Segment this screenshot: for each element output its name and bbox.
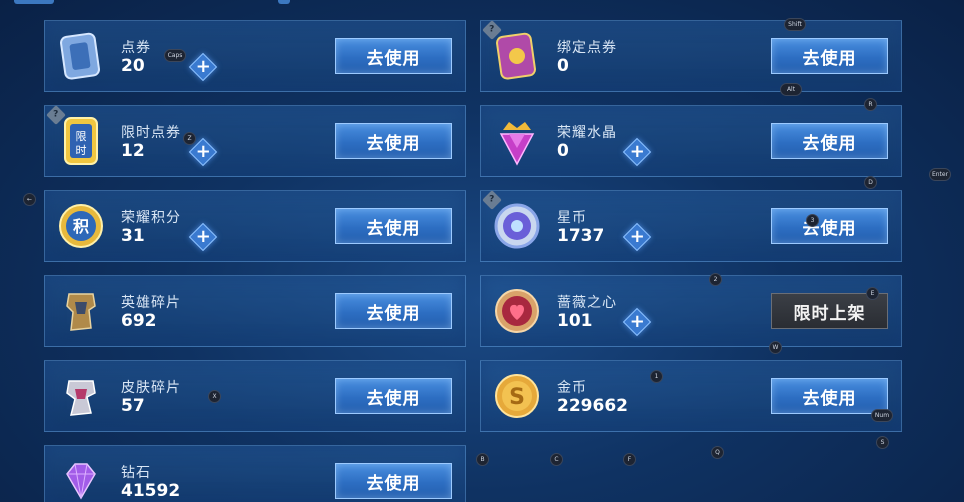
hero-fragment-icon [57,284,105,338]
gold-coin-icon: S [493,369,541,423]
currency-amount: 57 [121,396,145,416]
currency-card-star-coin: ? 星币 1737 + 去使用 [480,190,902,262]
add-star-coin-button[interactable]: + [622,222,652,252]
key-hint: X [208,390,221,403]
add-glory-crystal-button[interactable]: + [622,137,652,167]
key-hint: ← [23,193,36,206]
use-button[interactable]: 去使用 [771,378,888,414]
currency-name: 点券 [121,40,151,56]
key-hint: Num [871,409,893,422]
currency-amount: 0 [557,141,569,161]
use-button[interactable]: 去使用 [335,463,452,499]
currency-card-hero-fragment: 英雄碎片 692 去使用 [44,275,466,347]
key-hint: Z [183,132,196,145]
plus-icon: + [195,141,211,163]
add-rose-heart-button[interactable]: + [622,307,652,337]
key-hint: Enter [929,168,951,181]
key-hint: D [864,176,877,189]
currency-amount: 31 [121,226,145,246]
diamond-icon [57,454,105,502]
key-hint: 1 [650,370,663,383]
use-button[interactable]: 去使用 [771,38,888,74]
glory-crystal-icon [493,114,541,168]
svg-text:时: 时 [76,144,87,157]
currency-name: 荣耀积分 [121,210,181,226]
rose-heart-icon [493,284,541,338]
use-button[interactable]: 去使用 [335,38,452,74]
add-glory-points-button[interactable]: + [188,222,218,252]
plus-icon: + [629,141,645,163]
top-tab-indicator [278,0,290,4]
plus-icon: + [629,311,645,333]
use-button[interactable]: 去使用 [771,123,888,159]
skin-fragment-icon [57,369,105,423]
currency-name: 英雄碎片 [121,295,181,311]
currency-card-glory-crystal: 荣耀水晶 0 + 去使用 [480,105,902,177]
plus-icon: + [195,56,211,78]
key-hint: 2 [709,273,722,286]
glory-points-icon: 积 [57,199,105,253]
key-hint: E [866,287,879,300]
use-button[interactable]: 去使用 [335,123,452,159]
ticket-icon [57,29,105,83]
currency-name: 限时点券 [121,125,181,141]
currency-amount: 101 [557,311,593,331]
currency-amount: 1737 [557,226,605,246]
key-hint: Caps [164,49,186,62]
key-hint: B [476,453,489,466]
currency-name: 钻石 [121,465,151,481]
key-hint: 3 [806,214,819,227]
key-hint: Shift [784,18,806,31]
limited-ticket-icon: 限时 [57,114,105,168]
plus-icon: + [629,226,645,248]
currency-card-rose-heart: 蔷薇之心 101 + 限时上架 [480,275,902,347]
currency-name: 金币 [557,380,587,396]
star-coin-icon [493,199,541,253]
currency-card-diamond: 钻石 41592 去使用 [44,445,466,502]
currency-card-skin-fragment: 皮肤碎片 57 去使用 [44,360,466,432]
bound-ticket-icon [493,29,541,83]
currency-amount: 0 [557,56,569,76]
svg-text:S: S [509,385,525,410]
use-button[interactable]: 去使用 [335,293,452,329]
key-hint: Alt [780,83,802,96]
currency-card-gold-coin: S 金币 229662 去使用 [480,360,902,432]
currency-card-ticket: 点券 20 + 去使用 [44,20,466,92]
top-tab-indicator [14,0,54,4]
currency-amount: 12 [121,141,145,161]
currency-amount: 692 [121,311,157,331]
key-hint: F [623,453,636,466]
use-button[interactable]: 去使用 [335,378,452,414]
currency-name: 皮肤碎片 [121,380,181,396]
currency-card-bound-ticket: ? 绑定点券 0 去使用 [480,20,902,92]
currency-name: 绑定点券 [557,40,617,56]
currency-amount: 20 [121,56,145,76]
top-bar [0,0,964,8]
currency-name: 蔷薇之心 [557,295,617,311]
currency-card-limited-ticket: ? 限时 限时点券 12 + 去使用 [44,105,466,177]
add-ticket-button[interactable]: + [188,52,218,82]
key-hint: R [864,98,877,111]
currency-name: 荣耀水晶 [557,125,617,141]
key-hint: C [550,453,563,466]
use-button[interactable]: 去使用 [771,208,888,244]
svg-text:限: 限 [76,130,87,143]
currency-name: 星币 [557,210,587,226]
currency-card-glory-points: 积 荣耀积分 31 + 去使用 [44,190,466,262]
svg-text:积: 积 [73,217,89,236]
plus-icon: + [195,226,211,248]
currency-amount: 229662 [557,396,628,416]
key-hint: W [769,341,782,354]
key-hint: Q [711,446,724,459]
currency-amount: 41592 [121,481,181,501]
use-button[interactable]: 去使用 [335,208,452,244]
key-hint: S [876,436,889,449]
